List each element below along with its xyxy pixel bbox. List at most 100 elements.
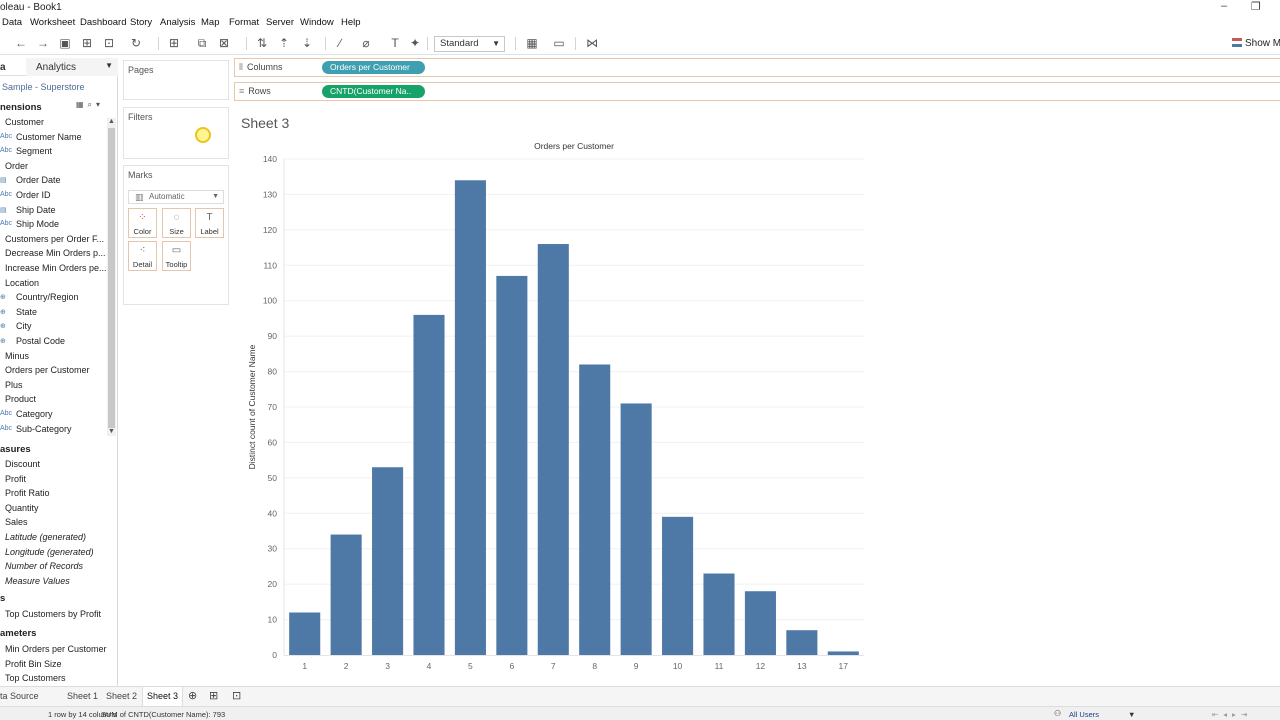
- field-item[interactable]: Product: [5, 394, 36, 404]
- show-me-button[interactable]: Show M: [1232, 38, 1280, 49]
- bar[interactable]: [537, 244, 569, 655]
- share-icon[interactable]: ⋈: [585, 36, 599, 50]
- field-item[interactable]: Segment: [16, 146, 52, 156]
- sort-descending-icon[interactable]: ⇣: [300, 36, 314, 50]
- menu-worksheet[interactable]: Worksheet: [30, 17, 75, 28]
- menu-help[interactable]: Help: [341, 17, 361, 28]
- refresh-icon[interactable]: ↻: [129, 36, 143, 50]
- tab-data[interactable]: a: [0, 62, 6, 73]
- field-item[interactable]: Order Date: [16, 175, 61, 185]
- bar[interactable]: [372, 467, 404, 655]
- menu-data[interactable]: Data: [2, 17, 22, 28]
- measure-item[interactable]: Profit: [5, 474, 26, 484]
- menu-format[interactable]: Format: [229, 17, 259, 28]
- parameter-item[interactable]: Min Orders per Customer: [5, 644, 107, 654]
- field-item[interactable]: Orders per Customer: [5, 365, 90, 375]
- measure-item[interactable]: Measure Values: [5, 576, 70, 586]
- columns-shelf[interactable]: ⦀ Columns Orders per Customer: [234, 58, 1280, 77]
- highlight-icon[interactable]: ∕: [333, 36, 347, 50]
- field-item[interactable]: Minus: [5, 351, 29, 361]
- pause-updates-icon[interactable]: ⊡: [102, 36, 116, 50]
- field-item[interactable]: Customer Name: [16, 132, 82, 142]
- field-item[interactable]: Ship Date: [16, 205, 56, 215]
- data-source-name[interactable]: Sample - Superstore: [2, 82, 85, 92]
- bar[interactable]: [454, 180, 486, 655]
- field-item[interactable]: Customer: [5, 117, 44, 127]
- rows-shelf[interactable]: ≡ Rows CNTD(Customer Na..: [234, 82, 1280, 101]
- new-worksheet-icon[interactable]: ⊞: [167, 36, 181, 50]
- measure-item[interactable]: Quantity: [5, 503, 39, 513]
- tab-sheet-3[interactable]: Sheet 3: [142, 687, 184, 707]
- data-source-tab[interactable]: ta Source: [0, 691, 39, 701]
- columns-pill[interactable]: Orders per Customer: [322, 61, 425, 74]
- rows-pill[interactable]: CNTD(Customer Na..: [322, 85, 425, 98]
- menu-map[interactable]: Map: [201, 17, 219, 28]
- bar[interactable]: [496, 275, 528, 655]
- set-item[interactable]: Top Customers by Profit: [5, 609, 101, 619]
- measure-item[interactable]: Sales: [5, 517, 28, 527]
- parameter-item[interactable]: Top Customers: [5, 673, 66, 683]
- field-item[interactable]: State: [16, 307, 37, 317]
- field-item[interactable]: Category: [16, 409, 53, 419]
- field-item[interactable]: Location: [5, 278, 39, 288]
- field-item[interactable]: Sub-Category: [16, 424, 72, 434]
- fit-select[interactable]: Standard ▼: [434, 36, 505, 52]
- tooltip-button[interactable]: ▭ Tooltip: [162, 241, 191, 271]
- presentation-icon[interactable]: ▭: [552, 36, 566, 50]
- forward-icon[interactable]: →: [36, 36, 50, 50]
- field-item[interactable]: Decrease Min Orders p...: [5, 248, 106, 258]
- scroll-down-icon[interactable]: ▼: [107, 428, 116, 435]
- tab-analytics[interactable]: Analytics ▼: [26, 58, 118, 76]
- chevron-down-icon[interactable]: ▼: [1128, 710, 1135, 719]
- minimize-button[interactable]: –: [1221, 0, 1227, 12]
- field-item[interactable]: Customers per Order F...: [5, 234, 104, 244]
- new-dashboard-icon[interactable]: ⊞: [209, 689, 218, 702]
- measure-item[interactable]: Longitude (generated): [5, 547, 94, 557]
- menu-window[interactable]: Window: [300, 17, 334, 28]
- new-worksheet-icon[interactable]: ⊕: [188, 689, 197, 702]
- sheet-navigation-icon[interactable]: ⇤◂▸⇥: [1212, 710, 1252, 719]
- field-item[interactable]: Ship Mode: [16, 219, 59, 229]
- bar[interactable]: [620, 403, 652, 655]
- measure-item[interactable]: Discount: [5, 459, 40, 469]
- size-button[interactable]: ◌ Size: [162, 208, 191, 238]
- swap-icon[interactable]: ⇅: [255, 36, 269, 50]
- filters-card[interactable]: Filters: [123, 107, 229, 159]
- save-icon[interactable]: ▣: [58, 36, 72, 50]
- field-item[interactable]: Plus: [5, 380, 23, 390]
- tab-sheet-2[interactable]: Sheet 2: [106, 691, 137, 701]
- menu-story[interactable]: Story: [130, 17, 152, 28]
- new-datasource-icon[interactable]: ⊞: [80, 36, 94, 50]
- scroll-up-icon[interactable]: ▲: [107, 118, 116, 125]
- color-button[interactable]: ⁘ Color: [128, 208, 157, 238]
- view-options-icon[interactable]: ▦⌕▾: [76, 100, 104, 110]
- field-item[interactable]: Order ID: [16, 190, 51, 200]
- show-labels-icon[interactable]: T: [388, 36, 402, 50]
- bar[interactable]: [703, 573, 735, 655]
- bar[interactable]: [579, 364, 611, 655]
- menu-dashboard[interactable]: Dashboard: [80, 17, 126, 28]
- field-item[interactable]: Postal Code: [16, 336, 65, 346]
- field-item[interactable]: Increase Min Orders pe...: [5, 263, 107, 273]
- field-item[interactable]: City: [16, 321, 32, 331]
- field-item[interactable]: Country/Region: [16, 292, 79, 302]
- new-story-icon[interactable]: ⊡: [232, 689, 241, 702]
- bar[interactable]: [786, 630, 818, 655]
- data-pane-scrollbar[interactable]: ▲ ▼: [107, 118, 116, 436]
- bar[interactable]: [744, 591, 776, 655]
- sort-ascending-icon[interactable]: ⇡: [277, 36, 291, 50]
- bar[interactable]: [330, 534, 362, 655]
- bar[interactable]: [662, 516, 694, 655]
- bar[interactable]: [289, 612, 321, 655]
- menu-server[interactable]: Server: [266, 17, 294, 28]
- clear-sheet-icon[interactable]: ⊠: [217, 36, 231, 50]
- detail-button[interactable]: ⁖ Detail: [128, 241, 157, 271]
- show-cards-icon[interactable]: ▦: [525, 36, 539, 50]
- tab-sheet-1[interactable]: Sheet 1: [67, 691, 98, 701]
- measure-item[interactable]: Profit Ratio: [5, 488, 50, 498]
- restore-button[interactable]: ❐: [1251, 0, 1261, 13]
- scroll-thumb[interactable]: [108, 128, 115, 428]
- duplicate-sheet-icon[interactable]: ⧉: [195, 36, 209, 50]
- bar[interactable]: [413, 314, 445, 655]
- pages-card[interactable]: Pages: [123, 60, 229, 100]
